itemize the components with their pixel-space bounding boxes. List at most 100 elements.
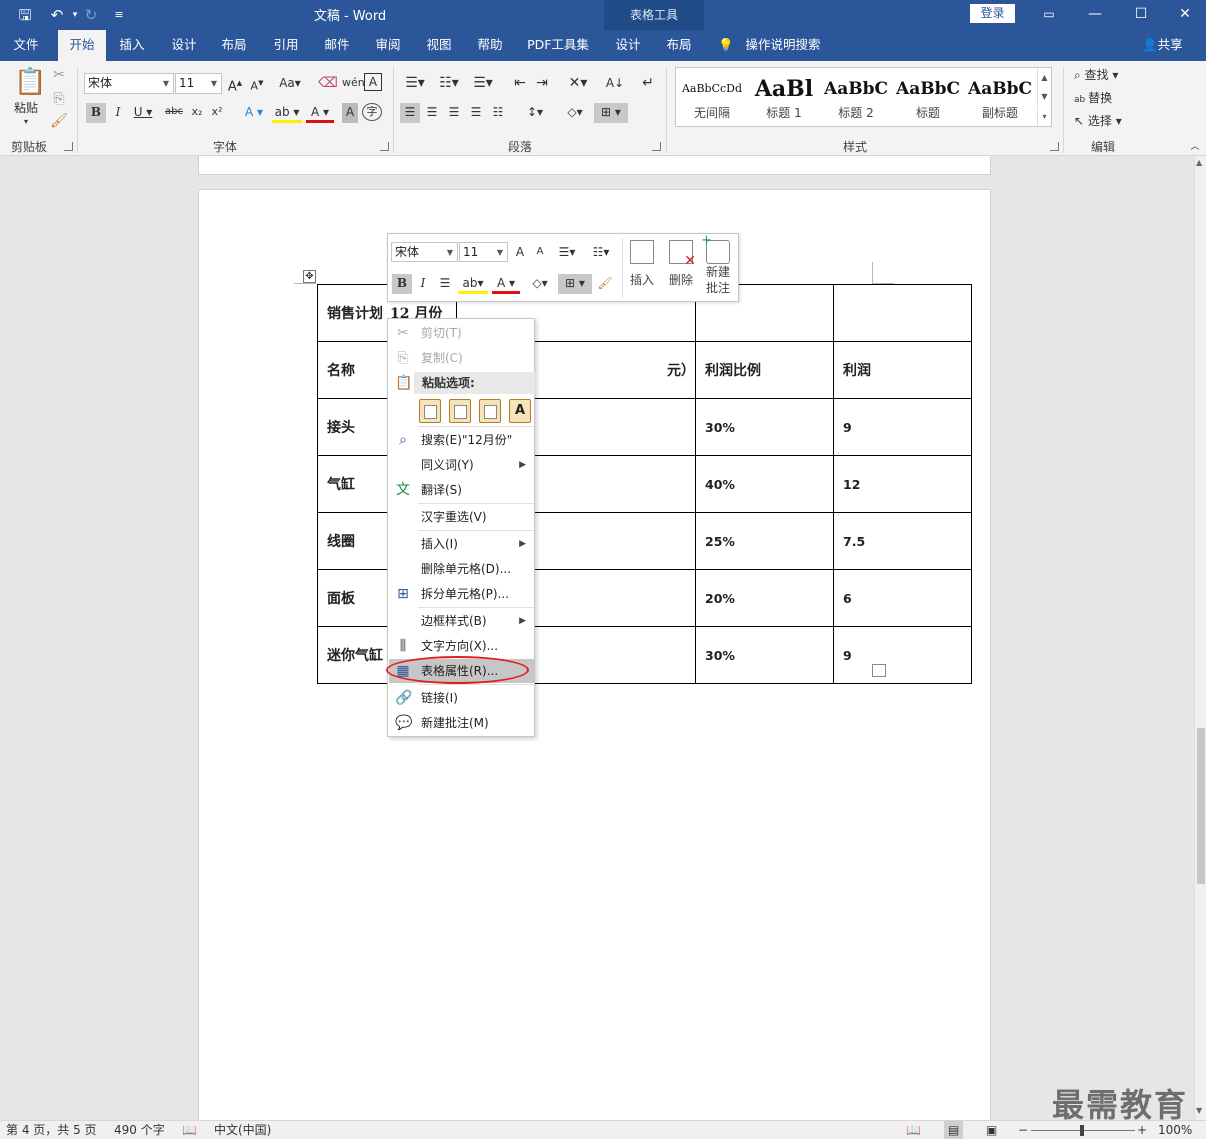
mini-italic-button[interactable]: I — [414, 274, 432, 294]
strikethrough-button[interactable]: abc — [162, 103, 186, 123]
mini-font-name-box[interactable]: 宋体 ▼ — [391, 242, 458, 262]
style-heading-1[interactable]: AaBl 标题 1 — [748, 68, 820, 126]
multilevel-list-icon[interactable]: ☰▾ — [468, 73, 498, 93]
distributed-button[interactable]: ☷ — [488, 103, 508, 123]
word-count[interactable]: 490 个字 — [114, 1121, 165, 1139]
ribbon-display-options-icon[interactable]: ▭ — [1026, 0, 1072, 30]
align-left-button[interactable]: ☰ — [400, 103, 420, 123]
tab-file[interactable]: 文件 — [4, 30, 48, 61]
tab-insert[interactable]: 插入 — [110, 30, 154, 61]
proofing-icon[interactable]: 📖 — [182, 1121, 197, 1139]
grow-font-icon[interactable]: A — [512, 242, 528, 262]
align-center-button[interactable]: ☰ — [422, 103, 442, 123]
table-cell[interactable]: 40% — [695, 455, 834, 513]
clipboard-launcher-icon[interactable] — [64, 142, 73, 151]
find-button[interactable]: ⌕ 查找 ▾ — [1074, 66, 1136, 86]
shading-button[interactable]: ◇▾ — [560, 103, 590, 123]
gallery-down-icon[interactable]: ▼ — [1037, 87, 1051, 106]
subscript-button[interactable]: x₂ — [188, 103, 206, 123]
scrollbar-thumb[interactable] — [1197, 728, 1205, 884]
paste-icon[interactable]: 📋 — [14, 65, 46, 99]
clear-formatting-icon[interactable]: ⌫ — [318, 73, 338, 93]
cut-icon[interactable]: ✂ — [50, 65, 68, 85]
format-painter-icon[interactable]: 🖌 — [50, 111, 68, 131]
tab-view[interactable]: 视图 — [417, 30, 461, 61]
print-layout-icon[interactable]: ▤ — [944, 1121, 964, 1139]
style-title[interactable]: AaBbC 标题 — [892, 68, 964, 126]
borders-button[interactable]: ⊞ ▾ — [594, 103, 628, 123]
table-cell[interactable]: 9 — [833, 626, 972, 684]
menu-item-cut[interactable]: ✂ 剪切(T) — [389, 321, 534, 345]
bullets-icon[interactable]: ☰▾ — [400, 73, 430, 93]
menu-item-border-styles[interactable]: 边框样式(B) ▶ — [389, 609, 534, 633]
text-effects-button[interactable]: A ▾ — [240, 103, 268, 123]
bullets-icon[interactable]: ☰▾ — [552, 242, 582, 262]
tab-references[interactable]: 引用 — [264, 30, 308, 61]
paste-keep-source-icon[interactable] — [419, 399, 441, 423]
menu-item-delete-cells[interactable]: 删除单元格(D)... — [389, 557, 534, 581]
table-cell[interactable]: 9 — [833, 398, 972, 456]
mini-delete-button[interactable]: ✕ 删除 — [661, 238, 701, 300]
scroll-up-icon[interactable]: ▲ — [1196, 158, 1202, 167]
enclose-characters-icon[interactable]: 字 — [362, 103, 382, 121]
read-mode-icon[interactable]: 📖 — [906, 1121, 921, 1139]
character-shading-icon[interactable]: A — [342, 103, 358, 123]
line-spacing-button[interactable]: ↕▾ — [520, 103, 550, 123]
style-no-spacing[interactable]: AaBbCcDd 无间隔 — [676, 68, 748, 126]
table-cell[interactable]: 6 — [833, 569, 972, 627]
styles-launcher-icon[interactable] — [1050, 142, 1059, 151]
paste-text-only-icon[interactable]: A — [509, 399, 531, 423]
select-button[interactable]: ↖ 选择 ▾ — [1074, 112, 1136, 132]
paste-picture-icon[interactable] — [479, 399, 501, 423]
asian-layout-icon[interactable]: ✕▾ — [564, 73, 592, 93]
menu-item-text-direction[interactable]: ⫼ 文字方向(X)... — [389, 634, 534, 658]
mini-font-color-button[interactable]: A ▾ — [492, 274, 520, 294]
grow-font-icon[interactable]: A▲ — [226, 73, 244, 97]
paragraph-launcher-icon[interactable] — [652, 142, 661, 151]
mini-new-comment-button[interactable]: + 新建 批注 — [698, 233, 738, 300]
paste-merge-format-icon[interactable] — [449, 399, 471, 423]
menu-item-copy[interactable]: ⎘ 复制(C) — [389, 346, 534, 370]
font-name-box[interactable]: 宋体 ▼ — [84, 73, 174, 94]
language-status[interactable]: 中文(中国) — [214, 1121, 271, 1139]
menu-item-synonyms[interactable]: 同义词(Y) ▶ — [389, 453, 534, 477]
font-size-box[interactable]: 11 ▼ — [175, 73, 222, 94]
font-launcher-icon[interactable] — [380, 142, 389, 151]
menu-item-translate[interactable]: 文翻译(S) — [389, 478, 534, 502]
collapse-ribbon-icon[interactable]: ︿ — [1188, 137, 1202, 157]
table-cell[interactable]: 30% — [695, 398, 834, 456]
decrease-indent-icon[interactable]: ⇤ — [510, 73, 530, 93]
menu-item-new-comment[interactable]: 💬 新建批注(M) — [389, 711, 534, 735]
table-cell[interactable]: 25% — [695, 512, 834, 570]
scroll-down-icon[interactable]: ▼ — [1196, 1106, 1202, 1115]
menu-item-insert[interactable]: 插入(I) ▶ — [389, 532, 534, 556]
tab-review[interactable]: 审阅 — [366, 30, 410, 61]
zoom-out-icon[interactable]: − — [1018, 1121, 1028, 1139]
mini-insert-button[interactable]: 插入 — [622, 238, 662, 300]
tab-home[interactable]: 开始 — [58, 30, 106, 61]
sort-icon[interactable]: A↓ — [604, 73, 626, 93]
menu-item-link[interactable]: 🔗 链接(I) — [389, 686, 534, 710]
paste-dropdown-icon[interactable]: ▾ — [18, 113, 34, 133]
tab-design[interactable]: 设计 — [162, 30, 206, 61]
tab-pdf-tools[interactable]: PDF工具集 — [522, 30, 594, 61]
replace-button[interactable]: ab 替换 — [1074, 89, 1136, 109]
table-resize-handle[interactable] — [872, 664, 886, 677]
table-cell[interactable]: 7.5 — [833, 512, 972, 570]
justify-button[interactable]: ☰ — [466, 103, 486, 123]
tab-table-layout[interactable]: 布局 — [657, 30, 701, 61]
maximize-icon[interactable]: ☐ — [1118, 0, 1164, 30]
login-button[interactable]: 登录 — [970, 4, 1015, 23]
share-button[interactable]: 👤共享 — [1142, 30, 1183, 59]
tab-layout[interactable]: 布局 — [212, 30, 256, 61]
close-icon[interactable]: ✕ — [1162, 0, 1206, 30]
tab-help[interactable]: 帮助 — [468, 30, 512, 61]
table-cell[interactable]: 12 — [833, 455, 972, 513]
shrink-font-icon[interactable]: A▼ — [248, 73, 266, 97]
vertical-scrollbar[interactable]: ▲ ▼ — [1194, 156, 1206, 1120]
minimize-icon[interactable]: — — [1072, 0, 1118, 30]
style-subtitle[interactable]: AaBbC 副标题 — [964, 68, 1036, 126]
web-layout-icon[interactable]: ▣ — [986, 1121, 997, 1139]
menu-item-reconvert[interactable]: 汉字重选(V) — [389, 505, 534, 529]
menu-item-search[interactable]: ⌕ 搜索(E)"12月份" — [389, 428, 534, 452]
